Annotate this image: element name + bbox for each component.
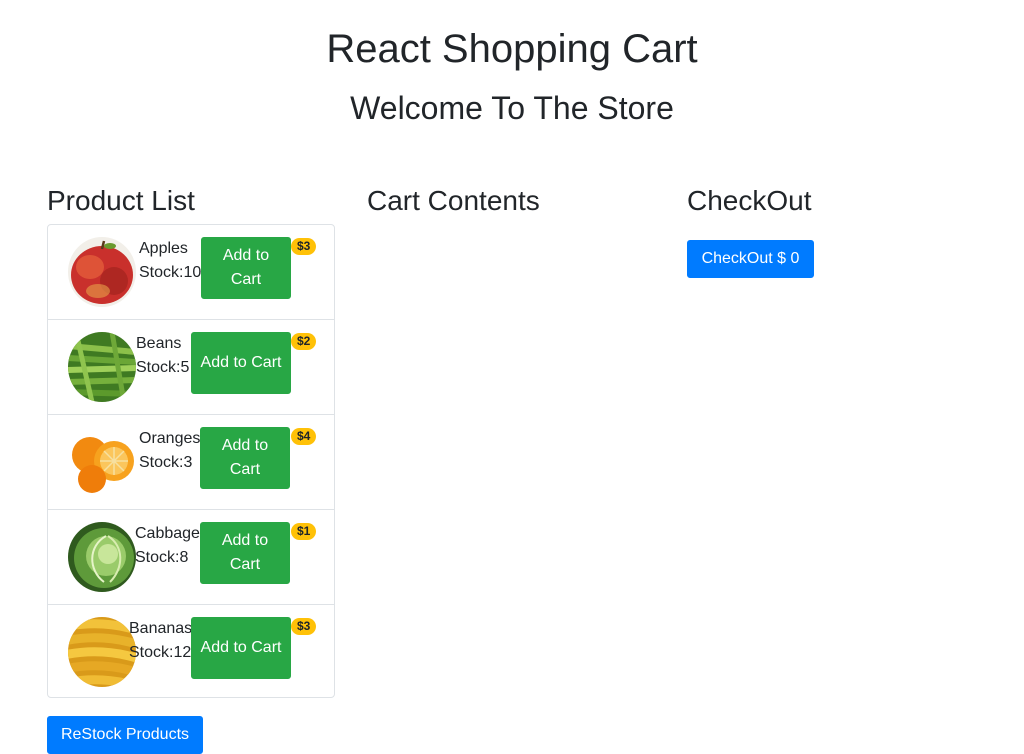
product-info: Apples Stock:10 [139, 237, 201, 285]
add-to-cart-button[interactable]: Add to Cart [200, 522, 290, 584]
product-info: Beans Stock:5 [136, 332, 189, 380]
cabbage-image [68, 522, 136, 592]
add-to-cart-button[interactable]: Add to Cart [191, 617, 291, 679]
product-name: Oranges [139, 430, 201, 447]
checkout-heading: CheckOut [687, 185, 812, 216]
cart-contents [367, 224, 655, 244]
product-list-heading: Product List [47, 185, 195, 216]
product-name: Bananas [129, 620, 193, 637]
product-stock: Stock:12 [129, 644, 192, 661]
price-badge: $4 [291, 428, 317, 445]
product-info: Oranges Stock:3 [139, 427, 200, 475]
page-subtitle: Welcome To The Store [350, 90, 674, 126]
price-badge: $3 [291, 238, 317, 255]
product-name: Apples [139, 240, 188, 257]
product-item-bananas: Bananas Stock:12 Add to Cart $3 [48, 605, 334, 700]
product-name: Cabbage [135, 525, 200, 542]
page-title: React Shopping Cart [326, 27, 698, 71]
product-info: Cabbage Stock:8 [135, 522, 200, 570]
oranges-image [68, 427, 136, 497]
price-badge: $3 [291, 618, 317, 635]
add-to-cart-button[interactable]: Add to Cart [200, 427, 290, 489]
cart-contents-heading: Cart Contents [367, 185, 540, 216]
apple-image [68, 237, 136, 307]
product-stock: Stock:8 [135, 549, 189, 566]
restock-button[interactable]: ReStock Products [47, 716, 203, 754]
checkout-button[interactable]: CheckOut $ 0 [687, 240, 814, 278]
product-name: Beans [136, 335, 182, 352]
product-item-oranges: Oranges Stock:3 Add to Cart $4 [48, 415, 334, 510]
add-to-cart-button[interactable]: Add to Cart [201, 237, 291, 299]
bananas-image [68, 617, 136, 687]
product-stock: Stock:5 [136, 359, 190, 376]
price-badge: $2 [291, 333, 317, 350]
product-list: Apples Stock:10 Add to Cart $3 Beans Sto… [47, 224, 335, 698]
product-item-beans: Beans Stock:5 Add to Cart $2 [48, 320, 334, 415]
product-stock: Stock:3 [139, 454, 193, 471]
price-badge: $1 [291, 523, 317, 540]
product-info: Bananas Stock:12 [129, 617, 192, 665]
beans-image [68, 332, 136, 402]
add-to-cart-button[interactable]: Add to Cart [191, 332, 291, 394]
product-item-apples: Apples Stock:10 Add to Cart $3 [48, 225, 334, 320]
product-item-cabbage: Cabbage Stock:8 Add to Cart $1 [48, 510, 334, 605]
product-stock: Stock:10 [139, 264, 202, 281]
